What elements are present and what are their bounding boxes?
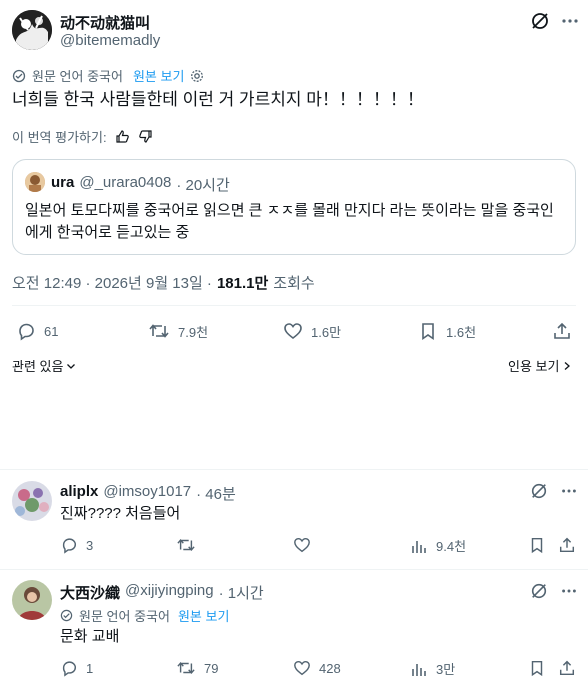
retweet-icon (176, 536, 196, 554)
views-button[interactable]: 9.4천 (410, 536, 466, 555)
views-chart-icon (410, 537, 428, 555)
grok-icon[interactable] (530, 582, 548, 600)
reply-icon (60, 536, 78, 554)
reply-icon (16, 321, 36, 341)
heart-icon (293, 659, 311, 677)
retweet-button[interactable]: 7.9천 (148, 321, 208, 341)
reply-count: 1 (86, 660, 94, 676)
reply-icon (60, 659, 78, 677)
views-count: 3만 (436, 662, 456, 677)
views-count: 181.1만 (216, 275, 269, 292)
reply-avatar[interactable] (12, 481, 52, 521)
quoted-author-meta: ura @_urara0408 · 20시간 (51, 174, 230, 195)
reply-author-meta: aliplx @imsoy1017 · 46분 (60, 483, 236, 504)
retweet-button[interactable] (176, 536, 204, 554)
bookmark-icon[interactable] (528, 659, 546, 677)
reply-time[interactable]: · 1시간 (219, 582, 264, 603)
views-button[interactable]: 3만 (410, 659, 455, 678)
reply-avatar[interactable] (12, 580, 52, 620)
retweet-count: 79 (204, 660, 219, 676)
reply-count: 61 (44, 323, 59, 339)
rate-translation-label: 이 번역 평가하기: (12, 130, 107, 145)
quoted-time: · 20시간 (176, 177, 230, 194)
reply-handle[interactable]: @imsoy1017 (103, 483, 191, 504)
translate-icon (60, 609, 73, 622)
quoted-handle: @_urara0408 (79, 174, 172, 191)
like-button[interactable]: 428 (293, 659, 341, 677)
retweet-button[interactable]: 79 (176, 659, 218, 677)
view-quotes-link[interactable]: 인용 보기 (508, 356, 572, 375)
tweet-text: 너희들 한국 사람들한테 이런 거 가르치지 마！！！！！！ (12, 90, 424, 109)
retweet-count: 7.9천 (178, 324, 209, 340)
bookmark-icon (418, 321, 438, 341)
translate-notice-text: 원문 언어 중국어 (32, 69, 123, 84)
divider (0, 469, 588, 470)
more-options-icon[interactable] (560, 11, 580, 31)
view-original-link[interactable]: 원본 보기 (178, 606, 229, 625)
chevron-down-icon (65, 360, 77, 372)
reply-time[interactable]: · 46분 (196, 483, 236, 504)
reply-button[interactable]: 61 (16, 321, 58, 341)
author-avatar[interactable] (12, 10, 52, 50)
reply-display-name[interactable]: aliplx (60, 483, 98, 504)
reply-count: 3 (86, 537, 94, 553)
grok-icon[interactable] (530, 482, 548, 500)
more-options-icon[interactable] (560, 482, 578, 500)
views-chart-icon (410, 660, 428, 678)
avatar-image (12, 10, 52, 50)
view-original-link[interactable]: 원본 보기 (133, 66, 184, 85)
translate-notice: 원문 언어 중국어 원본 보기 (12, 66, 204, 85)
bookmark-icon[interactable] (528, 536, 546, 554)
view-quotes-label: 인용 보기 (508, 359, 560, 374)
heart-icon (293, 536, 311, 554)
bookmark-count: 1.6천 (446, 324, 477, 340)
quoted-tweet-card[interactable]: ura @_urara0408 · 20시간 일본어 토모다찌를 중국어로 읽으… (12, 159, 576, 255)
reply-text: 진짜???? 처음들어 (60, 505, 181, 522)
rate-translation: 이 번역 평가하기: (12, 127, 153, 146)
more-options-icon[interactable] (560, 582, 578, 600)
tweet-timestamp[interactable]: 오전 12:49 · 2026년 9월 13일 · (12, 272, 212, 293)
translate-notice-text: 원문 언어 중국어 (79, 609, 170, 624)
retweet-icon (148, 321, 170, 341)
bookmark-button[interactable]: 1.6천 (418, 321, 476, 341)
divider (12, 305, 576, 306)
quoted-text: 일본어 토모다찌를 중국어로 읽으면 큰 ㅈㅈ를 몰래 만지다 라는 뜻이라는 … (25, 202, 554, 241)
translate-icon (12, 69, 26, 83)
settings-gear-icon[interactable] (190, 69, 204, 83)
like-count: 1.6만 (311, 324, 342, 340)
grok-icon[interactable] (530, 11, 550, 31)
divider (0, 569, 588, 570)
like-button[interactable]: 1.6만 (283, 321, 341, 341)
like-count: 428 (319, 660, 341, 676)
reply-display-name[interactable]: 大西沙織 (60, 582, 120, 603)
heart-icon (283, 321, 303, 341)
reply-handle[interactable]: @xijiyingping (125, 582, 214, 603)
thumbs-down-icon[interactable] (138, 129, 153, 144)
relevance-label: 관련 있음 (12, 359, 64, 374)
share-icon[interactable] (558, 659, 576, 677)
like-button[interactable] (293, 536, 319, 554)
reply-button[interactable]: 3 (60, 536, 93, 554)
chevron-right-icon (562, 360, 572, 372)
views-label: 조회수 (273, 275, 315, 292)
author-handle[interactable]: @bitememadly (60, 32, 160, 49)
reply-text: 문화 교배 (60, 628, 120, 645)
share-icon (552, 321, 572, 341)
relevance-sort[interactable]: 관련 있음 (12, 356, 77, 375)
retweet-icon (176, 659, 196, 677)
reply-button[interactable]: 1 (60, 659, 93, 677)
share-button[interactable] (552, 321, 572, 341)
share-icon[interactable] (558, 536, 576, 554)
reply-author-meta: 大西沙織 @xijiyingping · 1시간 (60, 582, 264, 603)
quoted-display-name: ura (51, 174, 75, 191)
views-count: 9.4천 (436, 539, 467, 554)
author-display-name[interactable]: 动不动就猫叫 (60, 12, 150, 33)
quoted-author-avatar (25, 172, 45, 192)
thumbs-up-icon[interactable] (115, 129, 130, 144)
tweet-meta: 오전 12:49 · 2026년 9월 13일 · 181.1만 조회수 (12, 272, 315, 293)
reply-translate-notice: 원문 언어 중국어 원본 보기 (60, 606, 229, 625)
